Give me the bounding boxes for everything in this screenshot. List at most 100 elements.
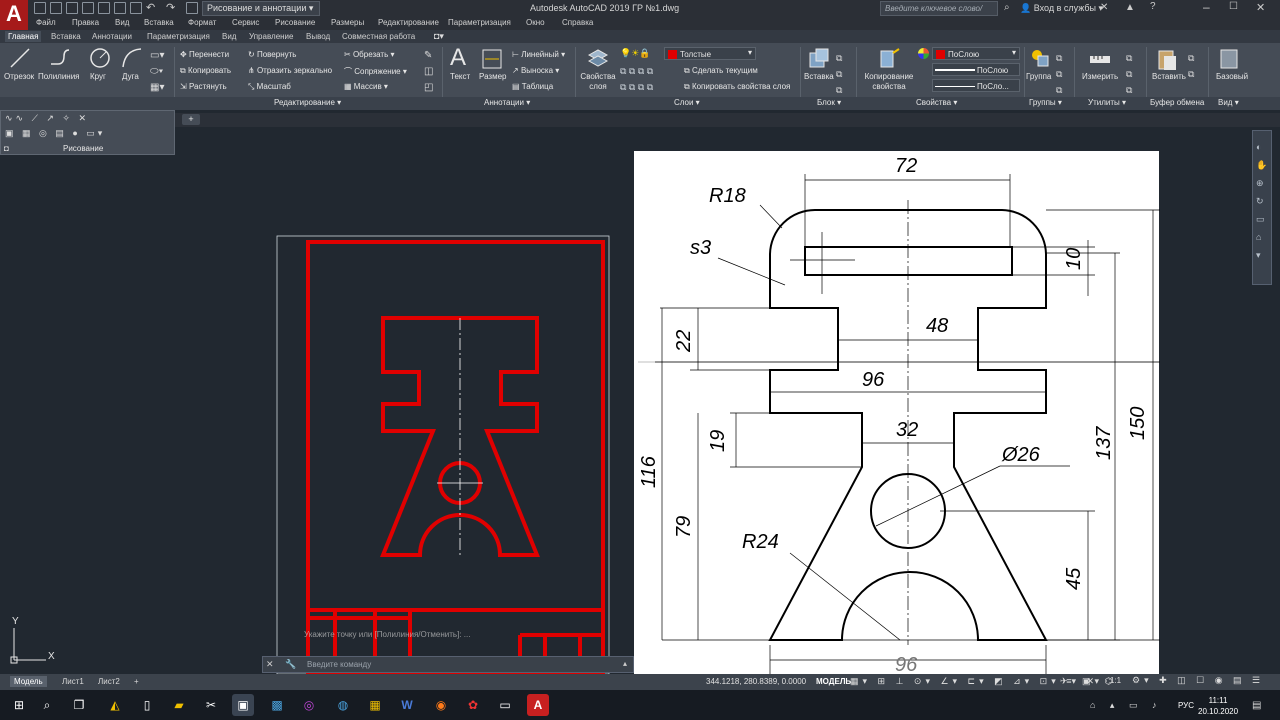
sign-in-link[interactable]: 👤 Вход в службы ▾ <box>1020 3 1103 14</box>
command-close-icon[interactable]: ✕ <box>266 659 274 670</box>
draw-extra-row1[interactable]: ∿∿ ⟋ ↗ ✧ ✕ <box>5 113 89 124</box>
panel-annotation-title[interactable]: Аннотации ▾ <box>484 98 530 107</box>
match-layer-button[interactable]: ⧉ Копировать свойства слоя <box>684 82 790 92</box>
fillet-button[interactable]: ⌒ Сопряжение ▾ <box>344 66 407 77</box>
minimize-button[interactable]: – <box>1203 0 1210 14</box>
browser-icon[interactable]: ◍ <box>332 694 354 716</box>
plot-icon[interactable] <box>114 2 126 14</box>
file-icon[interactable]: ▯ <box>136 694 158 716</box>
tab-sheet2[interactable]: Лист2 <box>94 676 124 687</box>
tab-options-icon[interactable]: ◘▾ <box>434 31 444 42</box>
layer-properties-label[interactable]: Свойства слоя <box>580 72 616 92</box>
paste-icon[interactable] <box>1156 47 1178 71</box>
region-tool-icon[interactable]: ▦▾ <box>150 82 164 93</box>
arc-tool-icon[interactable] <box>120 46 144 70</box>
panel-modify-title[interactable]: Редактирование ▾ <box>274 98 341 107</box>
autocad-taskbar-icon[interactable]: A <box>527 694 549 716</box>
search-icon[interactable]: ⌕ <box>1004 2 1010 13</box>
trim-button[interactable]: ✂ Обрезать ▾ <box>344 50 395 59</box>
menu-tools[interactable]: Сервис <box>232 18 259 27</box>
utility-tool-icons[interactable]: ⧉ ⧉ ⧉ <box>1126 50 1132 98</box>
app-box-icon[interactable]: ▭ <box>494 694 516 716</box>
lineweight-dropdown[interactable]: ПоСло... <box>932 79 1020 92</box>
new-file-icon[interactable] <box>34 2 46 14</box>
panel-block-title[interactable]: Блок ▾ <box>817 98 841 107</box>
web-save-icon[interactable] <box>98 2 110 14</box>
make-current-button[interactable]: ⧉ Сделать текущим <box>684 66 758 76</box>
photos-icon[interactable]: ▩ <box>266 694 288 716</box>
command-wrench-icon[interactable]: 🔧 <box>285 659 296 670</box>
panel-groups-title[interactable]: Группы ▾ <box>1029 98 1062 107</box>
menu-dimension[interactable]: Размеры <box>331 18 364 27</box>
add-layout-button[interactable]: + <box>130 676 143 687</box>
menu-draw[interactable]: Рисование <box>275 18 315 27</box>
command-line[interactable]: ✕ 🔧 Введите команду ▴ <box>262 656 634 673</box>
linetype-dropdown[interactable]: ПоСлою <box>932 63 1020 76</box>
hatch-tool-icon[interactable]: ⬭▾ <box>150 66 163 77</box>
archive-icon[interactable]: ▦ <box>364 694 386 716</box>
base-view-icon[interactable] <box>1218 47 1240 71</box>
scale-button[interactable]: ⤡ Масштаб <box>248 82 291 92</box>
notifications-icon[interactable]: ▤ <box>1252 700 1261 711</box>
arc-tool-label[interactable]: Дуга <box>122 72 139 81</box>
model-space-toggle[interactable]: МОДЕЛЬ <box>816 677 851 686</box>
annotation-icons[interactable]: ✈▾ ✕ ⌬ <box>1060 676 1116 687</box>
file-explorer-icon[interactable]: ▰ <box>168 694 190 716</box>
measure-icon[interactable] <box>1088 47 1112 71</box>
text-tool-label[interactable]: Текст <box>450 72 470 81</box>
redo-icon[interactable]: ↷ <box>166 1 175 14</box>
color-dropdown[interactable]: ПоСлою ▾ <box>932 47 1020 60</box>
drawing-canvas[interactable]: 72 R18 s3 10 22 48 96 19 32 116 137 150 … <box>0 127 1280 674</box>
app-c-icon[interactable]: ◎ <box>298 694 320 716</box>
save-app-icon[interactable]: ▣ <box>232 694 254 716</box>
tray-icons[interactable]: ⌂ ▴ ▭ ♪ <box>1090 700 1162 711</box>
tab-collaborate[interactable]: Совместная работа <box>342 32 415 41</box>
offset-icon[interactable]: ◰ <box>424 82 433 93</box>
panel-properties-title[interactable]: Свойства ▾ <box>916 98 957 107</box>
close-button[interactable]: ✕ <box>1256 1 1265 14</box>
exchange-icon[interactable]: ✕ <box>1100 2 1108 13</box>
mirror-button[interactable]: ⋔ Отразить зеркально <box>248 66 332 75</box>
new-tab-button[interactable]: + <box>182 114 200 125</box>
panel-clipboard-title[interactable]: Буфер обмена <box>1150 98 1204 107</box>
group-icon[interactable] <box>1029 47 1051 69</box>
print-icon[interactable] <box>130 2 142 14</box>
coordinates-readout[interactable]: 344.1218, 280.8389, 0.0000 <box>706 677 806 686</box>
menu-insert[interactable]: Вставка <box>144 18 174 27</box>
paste-label[interactable]: Вставить <box>1152 72 1186 81</box>
language-indicator[interactable]: РУС <box>1178 701 1194 710</box>
save-as-icon[interactable] <box>82 2 94 14</box>
tab-insert[interactable]: Вставка <box>51 32 81 41</box>
insert-block-label[interactable]: Вставка <box>804 72 834 81</box>
copy-button[interactable]: ⧉ Копировать <box>180 66 231 76</box>
layer-properties-icon[interactable] <box>587 47 609 69</box>
stretch-button[interactable]: ⇲ Растянуть <box>180 82 227 91</box>
polyline-tool-icon[interactable] <box>48 46 72 70</box>
menu-format[interactable]: Формат <box>188 18 216 27</box>
annotation-scale[interactable]: 1:1 <box>1110 676 1121 685</box>
layer-tools-row1[interactable]: ⧉ ⧉ ⧉ ⧉ <box>620 66 653 77</box>
help-icon[interactable]: ? <box>1150 1 1156 12</box>
autocad-logo-icon[interactable]: A <box>0 0 28 30</box>
panel-layers-title[interactable]: Слои ▾ <box>674 98 700 107</box>
text-tool-icon[interactable]: A <box>450 44 466 72</box>
tab-model[interactable]: Модель <box>10 676 47 687</box>
word-icon[interactable]: W <box>396 694 418 716</box>
clock[interactable]: 11:11 20.10.2020 <box>1198 695 1238 717</box>
firefox-icon[interactable]: ◉ <box>430 694 452 716</box>
move-button[interactable]: ✥ Перенести <box>180 50 229 59</box>
dimension-tool-label[interactable]: Размер <box>479 72 507 81</box>
tab-view[interactable]: Вид <box>222 32 236 41</box>
undo-icon[interactable]: ↶ <box>146 1 155 14</box>
task-view-icon[interactable]: ❐ <box>68 694 90 716</box>
array-button[interactable]: ▦ Массив ▾ <box>344 82 388 91</box>
block-tool-icons[interactable]: ⧉ ⧉ ⧉ <box>836 50 842 98</box>
command-dropdown-icon[interactable]: ▴ <box>623 659 627 668</box>
tool-icon[interactable]: ✂ <box>200 694 222 716</box>
tab-parametric[interactable]: Параметризация <box>147 32 210 41</box>
menu-help[interactable]: Справка <box>562 18 593 27</box>
panel-view-title[interactable]: Вид ▾ <box>1218 98 1239 107</box>
group-label[interactable]: Группа <box>1026 72 1051 81</box>
measure-label[interactable]: Измерить <box>1082 72 1118 81</box>
command-input[interactable]: Введите команду <box>307 660 371 669</box>
